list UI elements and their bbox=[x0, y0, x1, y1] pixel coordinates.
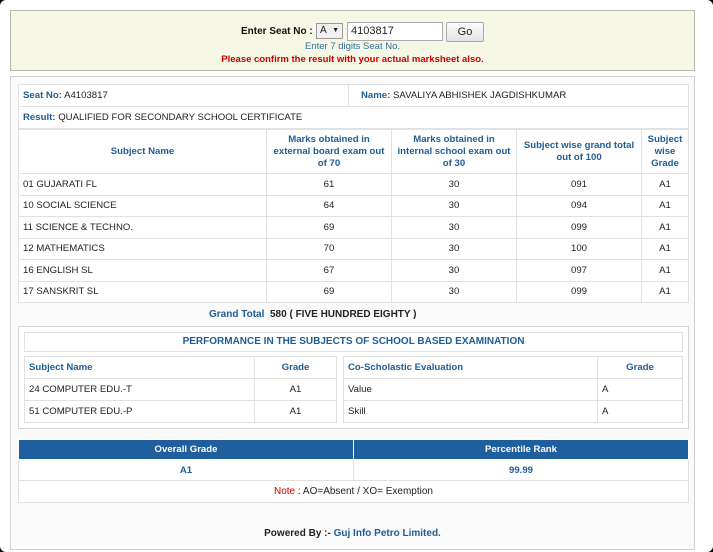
powered-by-prefix: Powered By :- bbox=[264, 528, 334, 539]
student-name: SAVALIYA ABHISHEK JAGDISHKUMAR bbox=[393, 90, 567, 101]
powered-by-footer: Powered By :- Guj Info Petro Limited. bbox=[11, 528, 694, 539]
overall-grade-value: A1 bbox=[18, 459, 354, 481]
result-panel: Seat No: A4103817 Name: SAVALIYA ABHISHE… bbox=[10, 76, 695, 550]
col-co-grade: Grade bbox=[597, 356, 683, 379]
series-selected-value: A bbox=[320, 25, 327, 36]
subject-total: 097 bbox=[516, 259, 642, 282]
internal-marks: 30 bbox=[391, 237, 517, 260]
grand-total-label: Grand Total bbox=[209, 309, 265, 320]
internal-marks: 30 bbox=[391, 280, 517, 303]
note-label: Note bbox=[274, 486, 296, 497]
seat-no-label: Seat No: bbox=[23, 90, 62, 101]
marks-table: Subject Name Marks obtained in external … bbox=[18, 129, 689, 303]
subject-grade: A1 bbox=[641, 173, 689, 196]
confirm-warning: Please confirm the result with your actu… bbox=[221, 54, 484, 65]
note-text: : AO=Absent / XO= Exemption bbox=[295, 486, 433, 497]
grand-total-row: Grand Total 580 ( FIVE HUNDRED EIGHTY ) bbox=[18, 303, 689, 325]
col-subject-name: Subject Name bbox=[18, 129, 267, 174]
col-co-scholastic: Co-Scholastic Evaluation bbox=[343, 356, 598, 379]
subject-name: 10 SOCIAL SCIENCE bbox=[18, 194, 267, 217]
percentile-rank-value: 99.99 bbox=[353, 459, 689, 481]
col-subject-grade: Subject wise Grade bbox=[641, 129, 689, 174]
internal-marks: 30 bbox=[391, 216, 517, 239]
school-based-section: PERFORMANCE IN THE SUBJECTS OF SCHOOL BA… bbox=[18, 326, 689, 429]
absent-exemption-note: Note : AO=Absent / XO= Exemption bbox=[18, 481, 689, 503]
school-subject-grade: A1 bbox=[254, 378, 337, 401]
col-external-marks: Marks obtained in external board exam ou… bbox=[266, 129, 392, 174]
external-marks: 61 bbox=[266, 173, 392, 196]
seat-number-input[interactable]: 4103817 bbox=[347, 22, 443, 41]
co-item-name: Value bbox=[343, 378, 598, 401]
result-label: Result: bbox=[23, 112, 56, 123]
table-row: 10 SOCIAL SCIENCE 64 30 094 A1 bbox=[18, 194, 689, 217]
subject-name: 01 GUJARATI FL bbox=[18, 173, 267, 196]
result-page: Enter Seat No : A ▼ 4103817 Go Enter 7 d… bbox=[0, 0, 713, 552]
seat-label: Enter Seat No : bbox=[241, 26, 313, 37]
school-subject-name: 24 COMPUTER EDU.-T bbox=[24, 378, 255, 401]
dropdown-arrow-icon: ▼ bbox=[332, 27, 339, 34]
percentile-rank-label: Percentile Rank bbox=[353, 439, 689, 460]
name-label: Name: bbox=[361, 90, 391, 101]
result-status: QUALIFIED FOR SECONDARY SCHOOL CERTIFICA… bbox=[58, 112, 303, 123]
subject-total: 099 bbox=[516, 216, 642, 239]
subject-total: 091 bbox=[516, 173, 642, 196]
subject-grade: A1 bbox=[641, 216, 689, 239]
subject-name: 11 SCIENCE & TECHNO. bbox=[18, 216, 267, 239]
subject-grade: A1 bbox=[641, 237, 689, 260]
subject-total: 099 bbox=[516, 280, 642, 303]
subject-name: 17 SANSKRIT SL bbox=[18, 280, 267, 303]
col-internal-marks: Marks obtained in internal school exam o… bbox=[391, 129, 517, 174]
overall-grade-label: Overall Grade bbox=[18, 439, 354, 460]
seat-no-value: A4103817 bbox=[64, 90, 108, 101]
school-based-title: PERFORMANCE IN THE SUBJECTS OF SCHOOL BA… bbox=[24, 332, 683, 352]
grand-total-value: 580 ( FIVE HUNDRED EIGHTY ) bbox=[270, 309, 417, 320]
internal-marks: 30 bbox=[391, 173, 517, 196]
col-grand-total: Subject wise grand total out of 100 bbox=[516, 129, 642, 174]
table-row: 24 COMPUTER EDU.-T A1 bbox=[24, 378, 337, 401]
external-marks: 67 bbox=[266, 259, 392, 282]
co-item-name: Skill bbox=[343, 400, 598, 423]
internal-marks: 30 bbox=[391, 259, 517, 282]
external-marks: 64 bbox=[266, 194, 392, 217]
school-subject-grade: A1 bbox=[254, 400, 337, 423]
table-row: 01 GUJARATI FL 61 30 091 A1 bbox=[18, 173, 689, 196]
series-select[interactable]: A ▼ bbox=[316, 23, 343, 39]
external-marks: 69 bbox=[266, 216, 392, 239]
external-marks: 69 bbox=[266, 280, 392, 303]
student-info-table: Seat No: A4103817 Name: SAVALIYA ABHISHE… bbox=[18, 84, 689, 129]
table-row: 16 ENGLISH SL 67 30 097 A1 bbox=[18, 259, 689, 282]
subject-grade: A1 bbox=[641, 280, 689, 303]
seat-hint: Enter 7 digits Seat No. bbox=[304, 41, 401, 52]
table-row: 11 SCIENCE & TECHNO. 69 30 099 A1 bbox=[18, 216, 689, 239]
subject-name: 16 ENGLISH SL bbox=[18, 259, 267, 282]
co-item-grade: A bbox=[597, 378, 683, 401]
subject-total: 100 bbox=[516, 237, 642, 260]
table-row: 51 COMPUTER EDU.-P A1 bbox=[24, 400, 337, 423]
table-row: Skill A bbox=[343, 400, 683, 423]
table-row: 12 MATHEMATICS 70 30 100 A1 bbox=[18, 237, 689, 260]
school-subject-name: 51 COMPUTER EDU.-P bbox=[24, 400, 255, 423]
col-school-subject: Subject Name bbox=[24, 356, 255, 379]
co-scholastic-table: Co-Scholastic Evaluation Grade Value A S… bbox=[343, 356, 683, 423]
seat-search-panel: Enter Seat No : A ▼ 4103817 Go Enter 7 d… bbox=[10, 10, 695, 71]
col-school-grade: Grade bbox=[254, 356, 337, 379]
subject-grade: A1 bbox=[641, 194, 689, 217]
table-row: Value A bbox=[343, 378, 683, 401]
overall-summary-table: Overall Grade Percentile Rank A1 99.99 bbox=[18, 439, 689, 481]
school-subjects-table: Subject Name Grade 24 COMPUTER EDU.-T A1… bbox=[24, 356, 337, 423]
go-button[interactable]: Go bbox=[446, 22, 484, 42]
co-item-grade: A bbox=[597, 400, 683, 423]
external-marks: 70 bbox=[266, 237, 392, 260]
subject-total: 094 bbox=[516, 194, 642, 217]
powered-by-link[interactable]: Guj Info Petro Limited. bbox=[334, 528, 441, 539]
internal-marks: 30 bbox=[391, 194, 517, 217]
table-row: 17 SANSKRIT SL 69 30 099 A1 bbox=[18, 280, 689, 303]
subject-grade: A1 bbox=[641, 259, 689, 282]
subject-name: 12 MATHEMATICS bbox=[18, 237, 267, 260]
